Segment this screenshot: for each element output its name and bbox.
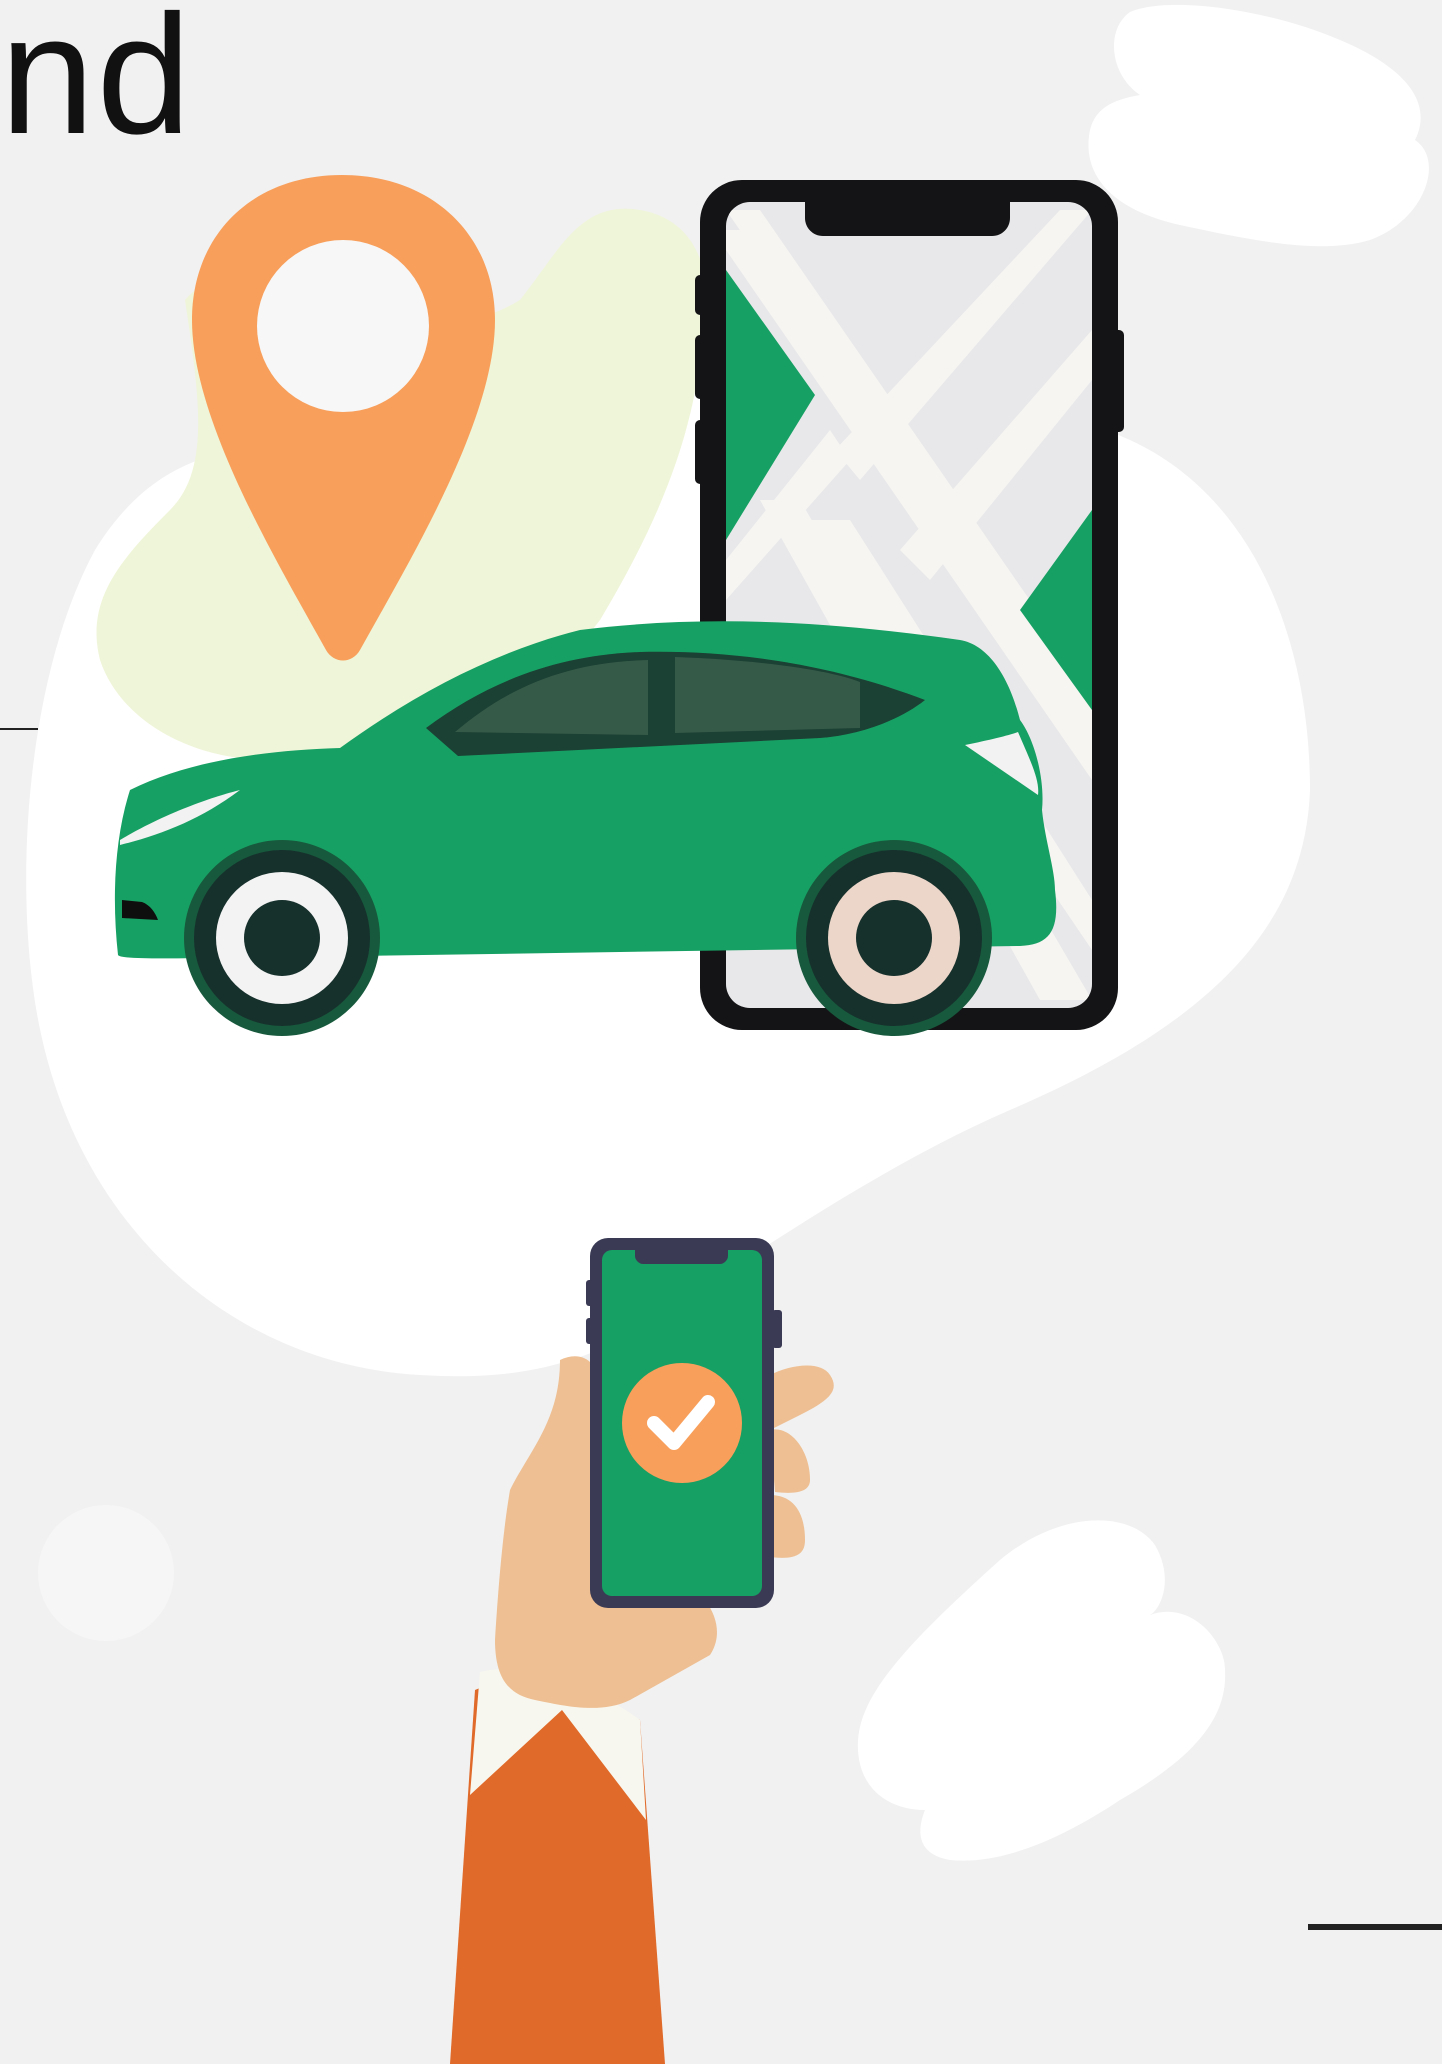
illustration-scene: nd: [0, 0, 1442, 2064]
cloud-bottom-right: [857, 1520, 1226, 1861]
illustration-canvas: [26, 4, 1429, 2064]
decorative-dot: [38, 1505, 174, 1641]
cloud-top-right: [1088, 4, 1429, 247]
